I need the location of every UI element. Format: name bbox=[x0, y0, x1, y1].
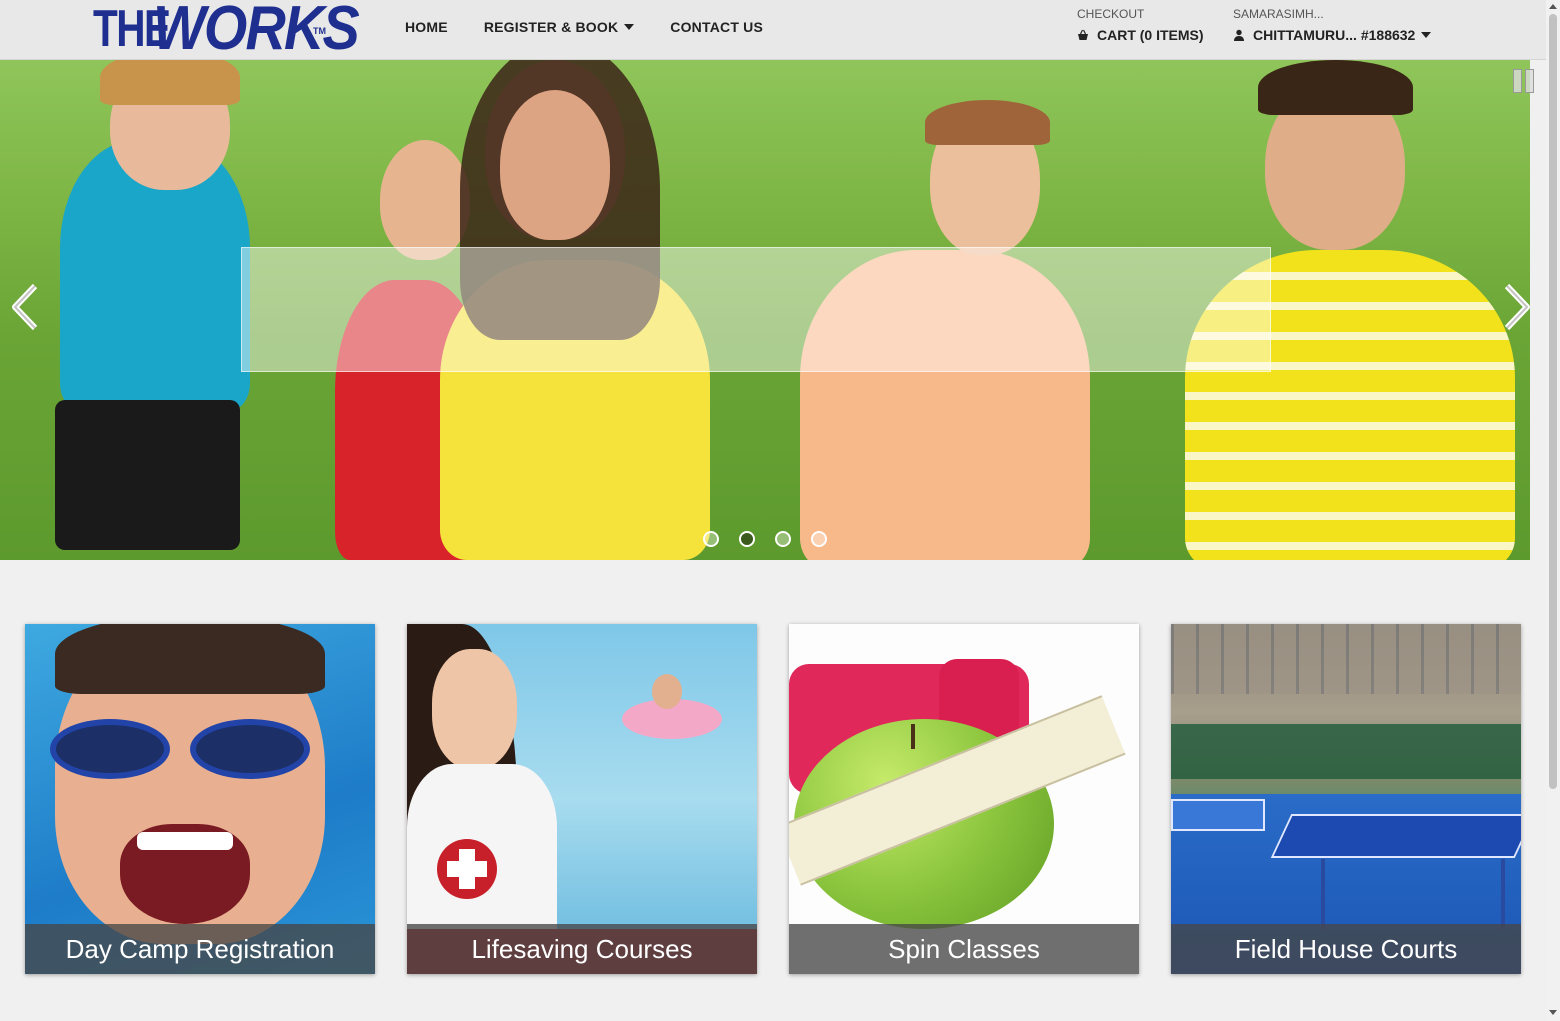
scroll-down-arrow[interactable] bbox=[1549, 1010, 1557, 1015]
slide-dot-2[interactable] bbox=[739, 531, 755, 547]
nav-home[interactable]: HOME bbox=[405, 19, 448, 35]
next-slide-button[interactable] bbox=[1500, 282, 1530, 336]
card-label: Spin Classes bbox=[789, 924, 1139, 974]
card-field-house-courts[interactable]: Field House Courts bbox=[1171, 624, 1521, 974]
card-image-field-house bbox=[1171, 624, 1521, 974]
shopping-basket-icon bbox=[1077, 29, 1089, 41]
user-account-menu[interactable]: SAMARASIMH... CHITTAMURU... #188632 bbox=[1233, 7, 1432, 43]
scroll-up-arrow[interactable] bbox=[1549, 4, 1557, 9]
checkout-label: CHECKOUT bbox=[1077, 7, 1145, 21]
cart-link[interactable]: CHECKOUT CART (0 ITEMS) bbox=[1077, 7, 1204, 43]
card-spin-classes[interactable]: Spin Classes bbox=[789, 624, 1139, 974]
slide-dot-1[interactable] bbox=[703, 531, 719, 547]
nav-contact-us-label: CONTACT US bbox=[670, 19, 764, 35]
chevron-right-icon bbox=[1501, 282, 1530, 337]
pause-slider-button[interactable] bbox=[1513, 69, 1537, 93]
chevron-down-icon bbox=[1421, 32, 1432, 38]
nav-home-label: HOME bbox=[405, 19, 448, 35]
user-display-name: CHITTAMURU... #188632 bbox=[1253, 27, 1416, 43]
scrollbar-thumb[interactable] bbox=[1549, 14, 1557, 789]
the-works-logo[interactable]: THE WORKS TM bbox=[93, 0, 360, 60]
slide-indicators bbox=[703, 531, 827, 547]
card-image-apple bbox=[789, 624, 1139, 974]
card-image-lifeguard bbox=[407, 624, 757, 974]
card-label: Day Camp Registration bbox=[25, 924, 375, 974]
nav-contact-us[interactable]: CONTACT US bbox=[670, 19, 763, 35]
logo-trademark: TM bbox=[313, 26, 326, 36]
slide-dot-3[interactable] bbox=[775, 531, 791, 547]
nav-register-book[interactable]: REGISTER & BOOK bbox=[483, 19, 635, 35]
page-scrollbar[interactable] bbox=[1546, 0, 1560, 1021]
chevron-down-icon bbox=[624, 24, 635, 30]
logo-works: WORKS bbox=[153, 0, 360, 63]
card-image-swimmer bbox=[25, 624, 375, 974]
nav-register-book-label: REGISTER & BOOK bbox=[483, 19, 619, 35]
card-day-camp-registration[interactable]: Day Camp Registration bbox=[25, 624, 375, 974]
slide-caption bbox=[241, 247, 1271, 372]
user-first-name: SAMARASIMH... bbox=[1233, 7, 1324, 21]
slide-dot-4[interactable] bbox=[811, 531, 827, 547]
chevron-left-icon bbox=[7, 282, 41, 337]
top-navigation-bar: THE WORKS TM HOME REGISTER & BOOK CONTAC… bbox=[0, 0, 1546, 60]
hero-slider bbox=[0, 60, 1530, 560]
cart-label: CART (0 ITEMS) bbox=[1097, 27, 1204, 43]
card-label: Lifesaving Courses bbox=[407, 924, 757, 974]
card-lifesaving-courses[interactable]: Lifesaving Courses bbox=[407, 624, 757, 974]
card-label: Field House Courts bbox=[1171, 924, 1521, 974]
previous-slide-button[interactable] bbox=[6, 282, 42, 336]
main-nav: HOME REGISTER & BOOK CONTACT US bbox=[405, 19, 799, 35]
user-icon bbox=[1233, 29, 1245, 41]
pause-icon bbox=[1513, 69, 1522, 93]
program-cards: Day Camp Registration Lifesaving Courses… bbox=[25, 624, 1521, 974]
